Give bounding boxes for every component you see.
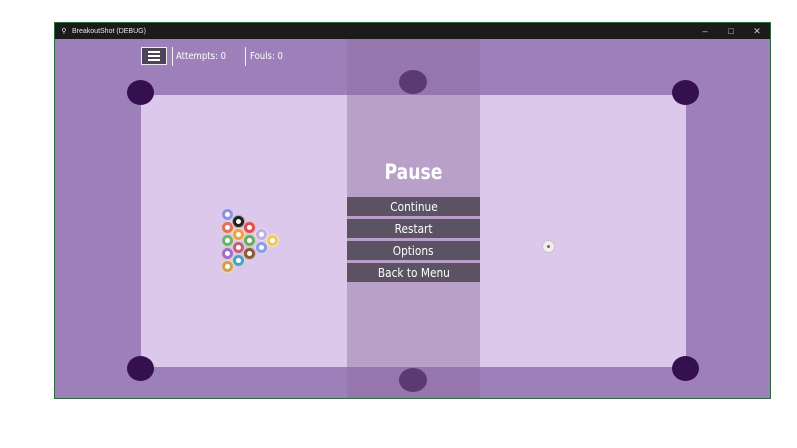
pocket-bottom-right (672, 356, 699, 381)
minimize-button[interactable]: – (692, 23, 718, 39)
window-title: BreakoutShot (DEBUG) (72, 27, 146, 35)
object-ball (254, 240, 268, 254)
cue-ball[interactable] (542, 240, 555, 253)
close-button[interactable]: ✕ (744, 23, 770, 39)
options-button[interactable]: Options (347, 241, 480, 260)
object-ball (220, 247, 234, 260)
maximize-button[interactable]: □ (718, 23, 744, 39)
object-ball (220, 221, 234, 234)
object-ball (254, 227, 268, 241)
continue-button[interactable]: Continue (347, 197, 480, 216)
pocket-bottom-left (127, 356, 154, 381)
object-ball (266, 234, 279, 247)
pocket-top-left (127, 80, 154, 105)
title-bar[interactable]: ⚲ BreakoutShot (DEBUG) – □ ✕ (55, 23, 770, 39)
object-ball (232, 253, 246, 267)
game-viewport[interactable]: Attempts: 0 Fouls: 0 Pause Continue Rest… (55, 39, 770, 398)
back-to-menu-button-label: Back to Menu (377, 265, 450, 280)
restart-button[interactable]: Restart (347, 219, 480, 238)
pocket-top-right (672, 80, 699, 105)
object-ball (232, 227, 246, 241)
pool-cue-icon: ⚲ (61, 28, 67, 35)
hud-divider (245, 47, 246, 66)
hud-divider (172, 47, 173, 66)
game-window: ⚲ BreakoutShot (DEBUG) – □ ✕ Attempts: 0… (54, 22, 771, 399)
attempts-counter: Attempts: 0 (176, 51, 226, 62)
continue-button-label: Continue (389, 199, 438, 214)
options-button-label: Options (393, 243, 434, 258)
back-to-menu-button[interactable]: Back to Menu (347, 263, 480, 282)
object-ball (220, 208, 234, 221)
object-ball (220, 234, 234, 247)
object-ball (232, 240, 246, 254)
hamburger-menu-icon[interactable] (141, 47, 167, 65)
object-ball (220, 260, 234, 273)
pause-title: Pause (384, 160, 443, 184)
fouls-counter: Fouls: 0 (250, 51, 283, 62)
restart-button-label: Restart (394, 221, 433, 236)
object-ball (232, 214, 246, 228)
